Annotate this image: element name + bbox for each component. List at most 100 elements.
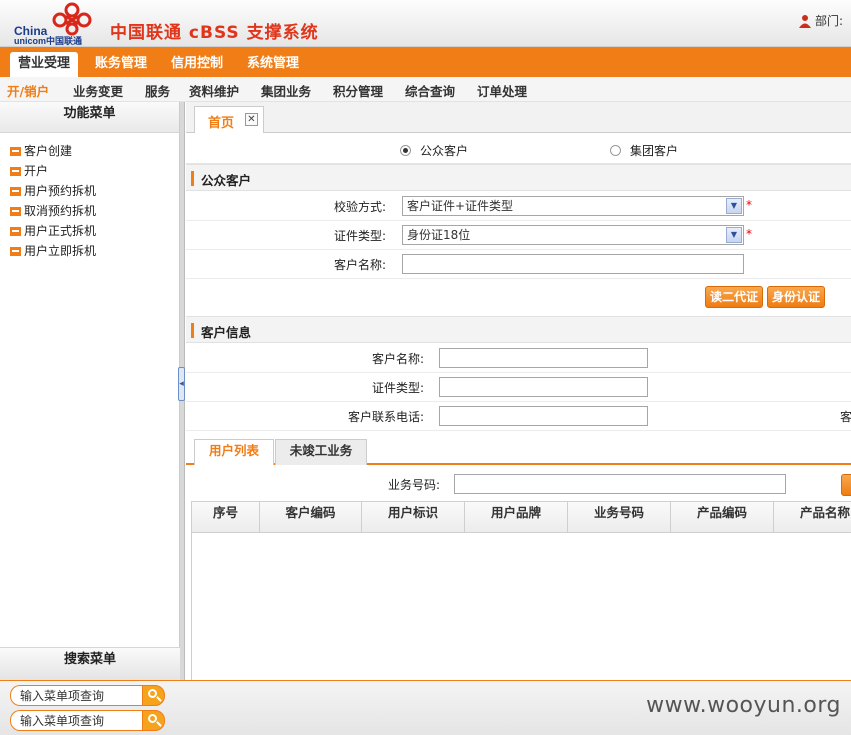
search-button-1[interactable] bbox=[142, 685, 165, 706]
sidebar-collapse-handle[interactable]: ◂ bbox=[178, 367, 185, 401]
unicom-knot-icon bbox=[52, 2, 92, 36]
sidebar-item-label: 用户立即拆机 bbox=[24, 244, 97, 258]
verify-method-row: 校验方式: 客户证件+证件类型 ▼ * bbox=[186, 192, 851, 221]
grid-col-index[interactable]: 序号 bbox=[192, 502, 260, 533]
menu-item-icon bbox=[10, 206, 21, 216]
grid-col-product-code[interactable]: 产品编码 bbox=[671, 502, 774, 533]
sidebar-item-label: 用户正式拆机 bbox=[24, 224, 97, 238]
id-type-select[interactable]: 身份证18位 ▼ bbox=[402, 225, 744, 245]
main-menu-system-management[interactable]: 系统管理 bbox=[239, 52, 307, 77]
user-icon bbox=[798, 14, 811, 28]
menu-item-icon bbox=[10, 146, 21, 156]
section-marker bbox=[191, 323, 194, 338]
grid-col-user-brand[interactable]: 用户品牌 bbox=[465, 502, 568, 533]
sub-menu-group-business[interactable]: 集团业务 bbox=[261, 81, 311, 100]
radio-group-label: 集团客户 bbox=[630, 144, 679, 158]
info-name-row: 客户名称: bbox=[186, 344, 851, 373]
info-phone-row: 客户联系电话: 客 bbox=[186, 402, 851, 431]
sub-menu-order-processing[interactable]: 订单处理 bbox=[477, 81, 527, 100]
sub-menu: 开/销户 业务变更 服务 资料维护 集团业务 积分管理 综合查询 订单处理 bbox=[0, 77, 851, 102]
sub-menu-open-close-account[interactable]: 开/销户 bbox=[7, 81, 49, 100]
section-title: 客户信息 bbox=[201, 325, 252, 340]
info-phone-input[interactable] bbox=[439, 406, 648, 426]
chevron-down-icon: ▼ bbox=[726, 198, 742, 214]
section-title: 公众客户 bbox=[201, 173, 252, 188]
menu-search-input-1[interactable] bbox=[10, 685, 142, 706]
info-id-type-input[interactable] bbox=[439, 377, 648, 397]
menu-search-box-2 bbox=[10, 710, 165, 731]
menu-search-box-1 bbox=[10, 685, 165, 706]
sidebar-item-open-account[interactable]: 开户 bbox=[0, 161, 179, 181]
public-customer-section-header: 公众客户 bbox=[186, 164, 851, 191]
grid-header: 序号 客户编码 用户标识 用户品牌 业务号码 产品编码 产品名称 bbox=[192, 502, 851, 533]
sub-menu-business-change[interactable]: 业务变更 bbox=[73, 81, 123, 100]
search-menu-title: 搜索菜单 bbox=[0, 647, 180, 680]
section-marker bbox=[191, 171, 194, 186]
chevron-down-icon: ▼ bbox=[726, 227, 742, 243]
menu-item-icon bbox=[10, 226, 21, 236]
sub-menu-points-management[interactable]: 积分管理 bbox=[333, 81, 383, 100]
customer-type-selector: 公众客户 集团客户 bbox=[186, 133, 851, 164]
info-id-type-label: 证件类型: bbox=[371, 381, 424, 395]
verify-method-select[interactable]: 客户证件+证件类型 ▼ bbox=[402, 196, 744, 216]
system-title: 中国联通 cBSS 支撑系统 bbox=[110, 23, 319, 43]
customer-name-input[interactable] bbox=[402, 254, 744, 274]
main-menu-credit-control[interactable]: 信用控制 bbox=[163, 52, 231, 77]
close-icon[interactable]: ✕ bbox=[245, 113, 258, 126]
id-authentication-button[interactable]: 身份认证 bbox=[767, 286, 825, 308]
grid-col-product-name[interactable]: 产品名称 bbox=[774, 502, 851, 533]
sidebar-item-scheduled-removal[interactable]: 用户预约拆机 bbox=[0, 181, 179, 201]
id-type-label: 证件类型: bbox=[333, 229, 386, 243]
watermark-text: www.wooyun.org bbox=[646, 693, 841, 718]
customer-name-row: 客户名称: bbox=[186, 250, 851, 279]
truncated-label: 客 bbox=[840, 410, 851, 424]
id-type-value: 身份证18位 bbox=[407, 228, 471, 242]
required-mark: * bbox=[746, 198, 752, 212]
query-button[interactable] bbox=[841, 474, 851, 496]
sub-menu-data-maintenance[interactable]: 资料维护 bbox=[189, 81, 239, 100]
sidebar-item-cancel-scheduled-removal[interactable]: 取消预约拆机 bbox=[0, 201, 179, 221]
sidebar-item-create-customer[interactable]: 客户创建 bbox=[0, 141, 179, 161]
main-menu-billing[interactable]: 账务管理 bbox=[87, 52, 155, 77]
info-name-input[interactable] bbox=[439, 348, 648, 368]
grid-col-user-id[interactable]: 用户标识 bbox=[362, 502, 465, 533]
radio-public-label: 公众客户 bbox=[420, 144, 469, 158]
main-content: 首页 ✕ 公众客户 集团客户 公众客户 校验方式: 客户证件+证件类型 ▼ * … bbox=[186, 102, 851, 680]
required-mark: * bbox=[746, 227, 752, 241]
menu-item-icon bbox=[10, 246, 21, 256]
radio-checked-icon bbox=[400, 145, 411, 156]
chevron-left-icon: ◂ bbox=[179, 379, 184, 389]
tab-user-list[interactable]: 用户列表 bbox=[194, 439, 274, 465]
radio-public-customer[interactable]: 公众客户 bbox=[400, 142, 468, 159]
verify-method-value: 客户证件+证件类型 bbox=[407, 199, 514, 213]
grid-col-customer-code[interactable]: 客户编码 bbox=[260, 502, 362, 533]
department-label: 部门: bbox=[814, 14, 843, 28]
main-menu: 营业受理 账务管理 信用控制 系统管理 bbox=[0, 47, 851, 77]
sub-menu-service[interactable]: 服务 bbox=[145, 81, 170, 100]
verify-method-label: 校验方式: bbox=[333, 200, 386, 214]
function-sidebar: 功能菜单 客户创建 开户 用户预约拆机 取消预约拆机 用户正式拆机 用户立即拆机… bbox=[0, 102, 180, 680]
sidebar-item-immediate-removal[interactable]: 用户立即拆机 bbox=[0, 241, 179, 261]
sub-menu-comprehensive-query[interactable]: 综合查询 bbox=[405, 81, 455, 100]
service-number-label: 业务号码: bbox=[387, 478, 440, 492]
menu-search-input-2[interactable] bbox=[10, 710, 142, 731]
tab-home[interactable]: 首页 ✕ bbox=[194, 106, 264, 133]
user-list-grid: 序号 客户编码 用户标识 用户品牌 业务号码 产品编码 产品名称 bbox=[191, 501, 851, 680]
info-name-label: 客户名称: bbox=[371, 352, 424, 366]
customer-name-label: 客户名称: bbox=[333, 258, 386, 272]
sidebar-menu-list: 客户创建 开户 用户预约拆机 取消预约拆机 用户正式拆机 用户立即拆机 bbox=[0, 133, 179, 261]
main-menu-business-acceptance[interactable]: 营业受理 bbox=[10, 52, 79, 77]
tab-unfinished-business[interactable]: 未竣工业务 bbox=[275, 439, 367, 465]
service-number-input[interactable] bbox=[454, 474, 786, 494]
read-id-card-button[interactable]: 读二代证 bbox=[705, 286, 763, 308]
tab-home-label: 首页 bbox=[208, 116, 235, 131]
sidebar-item-label: 开户 bbox=[24, 164, 49, 178]
radio-group-customer[interactable]: 集团客户 bbox=[610, 142, 678, 159]
service-number-row: 业务号码: bbox=[186, 470, 851, 499]
sidebar-item-label: 客户创建 bbox=[24, 144, 73, 158]
sidebar-item-formal-removal[interactable]: 用户正式拆机 bbox=[0, 221, 179, 241]
app-header: China unicom中国联通 中国联通 cBSS 支撑系统 部门: bbox=[0, 0, 851, 47]
grid-col-service-number[interactable]: 业务号码 bbox=[568, 502, 671, 533]
search-button-2[interactable] bbox=[142, 710, 165, 731]
info-phone-label: 客户联系电话: bbox=[347, 410, 424, 424]
